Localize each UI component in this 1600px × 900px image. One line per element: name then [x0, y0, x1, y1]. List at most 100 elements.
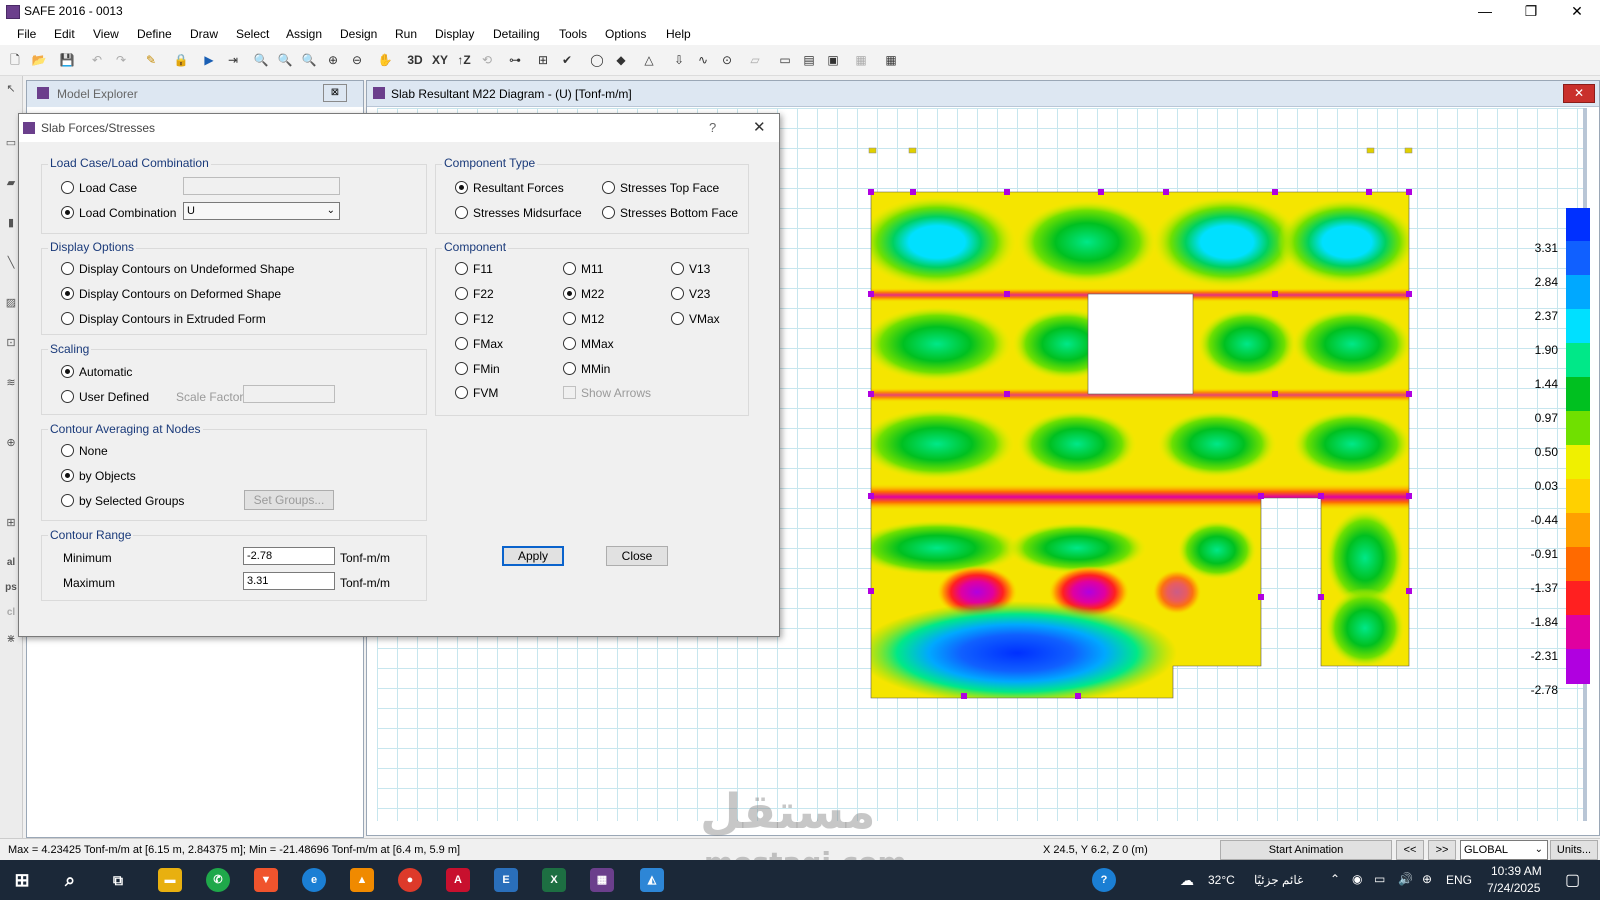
- excel-icon[interactable]: X: [542, 868, 566, 892]
- resultant-forces-radio[interactable]: [455, 181, 468, 194]
- display-undeformed-radio[interactable]: [61, 262, 74, 275]
- units-button[interactable]: Units...: [1550, 840, 1598, 860]
- zoom-full-icon[interactable]: 🔍: [300, 51, 318, 69]
- menu-edit[interactable]: Edit: [54, 27, 75, 41]
- menu-define[interactable]: Define: [137, 27, 172, 41]
- diamond-icon[interactable]: ◆: [612, 51, 630, 69]
- check-icon[interactable]: ✔: [558, 51, 576, 69]
- explorer-close-button[interactable]: ⊠: [323, 84, 347, 102]
- coordinate-system-select[interactable]: GLOBAL ⌄: [1460, 840, 1548, 860]
- volume-icon[interactable]: 🔊: [1398, 872, 1413, 886]
- menu-detailing[interactable]: Detailing: [493, 27, 540, 41]
- load-case-field[interactable]: [183, 177, 340, 195]
- scale-factor-field[interactable]: [243, 385, 335, 403]
- view-z-button[interactable]: ↑Z: [452, 51, 476, 69]
- new-file-icon[interactable]: 🗋: [6, 51, 24, 69]
- zoom-window-icon[interactable]: 🔍: [252, 51, 270, 69]
- draw-column-icon[interactable]: ⊡: [4, 336, 18, 350]
- draw-line-icon[interactable]: ╲: [4, 256, 18, 270]
- zoom-out-icon[interactable]: ⊖: [348, 51, 366, 69]
- user-defined-radio[interactable]: [61, 390, 74, 403]
- avg-by-groups-radio[interactable]: [61, 494, 74, 507]
- table-icon[interactable]: ▦: [882, 51, 900, 69]
- menu-select[interactable]: Select: [236, 27, 269, 41]
- tray-chevron-icon[interactable]: ⌃: [1330, 872, 1340, 886]
- draw-area-icon[interactable]: ▭: [4, 136, 18, 150]
- lock-icon[interactable]: 🔒: [172, 51, 190, 69]
- fvm-radio[interactable]: [455, 386, 468, 399]
- avg-by-objects-radio[interactable]: [61, 469, 74, 482]
- pointer-icon[interactable]: ↖: [4, 82, 18, 96]
- autocad-icon[interactable]: A: [446, 868, 470, 892]
- dialog-close-icon[interactable]: ✕: [753, 118, 766, 136]
- avg-none-radio[interactable]: [61, 444, 74, 457]
- menu-options[interactable]: Options: [605, 27, 646, 41]
- view-xy-button[interactable]: XY: [428, 51, 452, 69]
- maximum-field[interactable]: 3.31: [243, 572, 335, 590]
- file-explorer-icon[interactable]: ▬: [158, 868, 182, 892]
- task-view-icon[interactable]: ⧉: [106, 868, 130, 892]
- circle-icon[interactable]: ◯: [588, 51, 606, 69]
- select-icon[interactable]: ⊞: [534, 51, 552, 69]
- help-icon[interactable]: ?: [1092, 868, 1116, 892]
- close-window-button[interactable]: ✕: [1554, 0, 1600, 23]
- load-arrow-icon[interactable]: ⇩: [670, 51, 688, 69]
- load-combination-select[interactable]: U ⌄: [183, 202, 340, 220]
- v23-radio[interactable]: [671, 287, 684, 300]
- f11-radio[interactable]: [455, 262, 468, 275]
- deformed-shape-icon[interactable]: ∿: [694, 51, 712, 69]
- previous-step-button[interactable]: <<: [1396, 840, 1424, 860]
- f22-radio[interactable]: [455, 287, 468, 300]
- edge-browser-icon[interactable]: e: [302, 868, 326, 892]
- set-groups-button[interactable]: Set Groups...: [244, 490, 334, 510]
- camera-icon[interactable]: ⊙: [718, 51, 736, 69]
- frame-icon[interactable]: ▣: [824, 51, 842, 69]
- menu-draw[interactable]: Draw: [190, 27, 218, 41]
- next-step-button[interactable]: >>: [1428, 840, 1456, 860]
- photos-icon[interactable]: ◭: [640, 868, 664, 892]
- draw-wall-icon[interactable]: ▨: [4, 296, 18, 310]
- glasses-icon[interactable]: ⊶: [506, 51, 524, 69]
- close-button[interactable]: Close: [606, 546, 668, 566]
- pan-hand-icon[interactable]: ✋: [376, 51, 394, 69]
- stresses-top-face-radio[interactable]: [602, 181, 615, 194]
- menu-tools[interactable]: Tools: [559, 27, 587, 41]
- all-icon[interactable]: al: [4, 556, 18, 570]
- save-icon[interactable]: 💾: [58, 51, 76, 69]
- beam-icon[interactable]: ▭: [776, 51, 794, 69]
- draw-point-icon[interactable]: ⊕: [4, 436, 18, 450]
- brave-browser-icon[interactable]: ▼: [254, 868, 278, 892]
- run-analysis-icon[interactable]: ⇥: [224, 51, 242, 69]
- weather-icon[interactable]: ☁: [1180, 872, 1194, 889]
- etabs-icon[interactable]: E: [494, 868, 518, 892]
- triangle-icon[interactable]: △: [640, 51, 658, 69]
- chrome-icon[interactable]: ●: [398, 868, 422, 892]
- zoom-restore-icon[interactable]: 🔍: [276, 51, 294, 69]
- menu-display[interactable]: Display: [435, 27, 474, 41]
- whatsapp-icon[interactable]: ✆: [206, 868, 230, 892]
- zoom-in-icon[interactable]: ⊕: [324, 51, 342, 69]
- fmin-radio[interactable]: [455, 362, 468, 375]
- load-combination-radio[interactable]: [61, 206, 74, 219]
- m22-radio[interactable]: [563, 287, 576, 300]
- automatic-radio[interactable]: [61, 365, 74, 378]
- stresses-midsurface-radio[interactable]: [455, 206, 468, 219]
- network-globe-icon[interactable]: ⊕: [1422, 872, 1432, 886]
- battery-icon[interactable]: ▭: [1374, 872, 1385, 886]
- slab-icon[interactable]: ▱: [746, 51, 764, 69]
- display-deformed-radio[interactable]: [61, 287, 74, 300]
- pencil-icon[interactable]: ✎: [142, 51, 160, 69]
- vlc-icon[interactable]: ▲: [350, 868, 374, 892]
- stresses-bottom-face-radio[interactable]: [602, 206, 615, 219]
- mmin-radio[interactable]: [563, 362, 576, 375]
- clock-time[interactable]: 10:39 AM: [1491, 864, 1542, 878]
- safe-app-icon[interactable]: ▦: [590, 868, 614, 892]
- draw-slab-icon[interactable]: ▰: [4, 176, 18, 190]
- v13-radio[interactable]: [671, 262, 684, 275]
- strip-icon[interactable]: ▤: [800, 51, 818, 69]
- apply-button[interactable]: Apply: [502, 546, 564, 566]
- draw-beam-icon[interactable]: ▮: [4, 216, 18, 230]
- display-extruded-radio[interactable]: [61, 312, 74, 325]
- m12-radio[interactable]: [563, 312, 576, 325]
- meet-icon[interactable]: ◉: [1352, 872, 1362, 886]
